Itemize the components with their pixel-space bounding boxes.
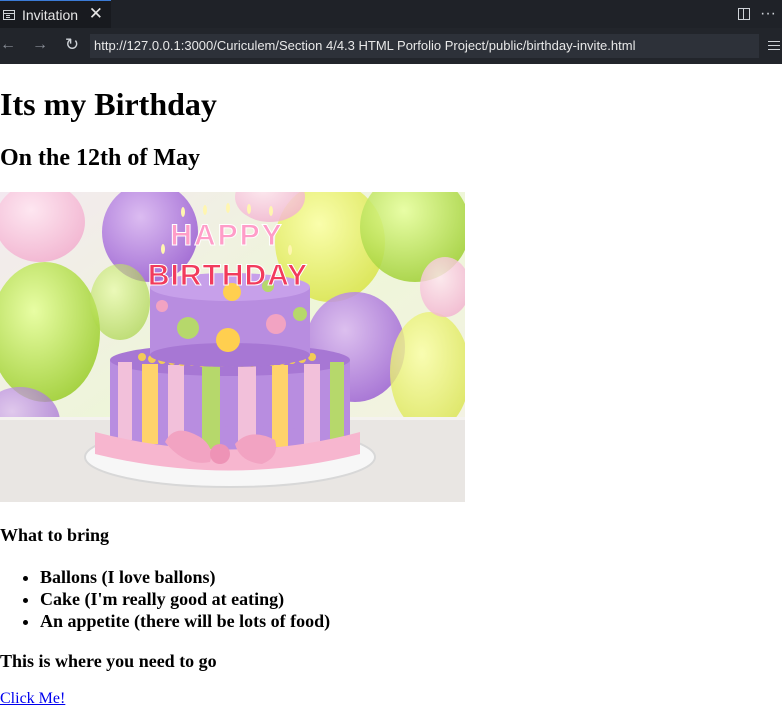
reload-icon[interactable]: ↻ [62, 34, 82, 56]
happy-text: HAPPY [170, 219, 283, 252]
page-title: Its my Birthday [0, 86, 217, 122]
hamburger-menu-icon[interactable] [768, 41, 780, 50]
tab-actions: ··· [738, 0, 776, 28]
address-bar: ← → ↻ http://127.0.0.1:3000/Curiculem/Se… [0, 28, 782, 64]
more-actions-icon[interactable]: ··· [760, 6, 776, 22]
list-item: Cake (I'm really good at eating) [40, 588, 330, 610]
tab-title: Invitation [22, 6, 79, 23]
birthday-text: BIRTHDAY [148, 259, 308, 292]
page-subtitle: On the 12th of May [0, 145, 200, 171]
page-icon [3, 9, 15, 20]
back-arrow-icon[interactable]: ← [0, 34, 18, 56]
where-to-go-heading: This is where you need to go [0, 651, 217, 671]
directions-link[interactable]: Click Me! [0, 690, 65, 708]
tab-invitation[interactable]: Invitation ✕ [0, 0, 111, 28]
url-input[interactable]: http://127.0.0.1:3000/Curiculem/Section … [90, 34, 759, 58]
bring-list: Ballons (I love ballons) Cake (I'm reall… [0, 566, 330, 632]
split-view-icon[interactable] [738, 8, 751, 20]
list-item: An appetite (there will be lots of food) [40, 610, 330, 632]
list-item: Ballons (I love ballons) [40, 566, 330, 588]
forward-arrow-icon[interactable]: → [30, 34, 50, 56]
birthday-cake-image: HAPPY BIRTHDAY [0, 192, 465, 502]
what-to-bring-heading: What to bring [0, 525, 110, 545]
tab-bar: Invitation ✕ ··· [0, 0, 782, 28]
close-tab-icon[interactable]: ✕ [89, 4, 103, 24]
